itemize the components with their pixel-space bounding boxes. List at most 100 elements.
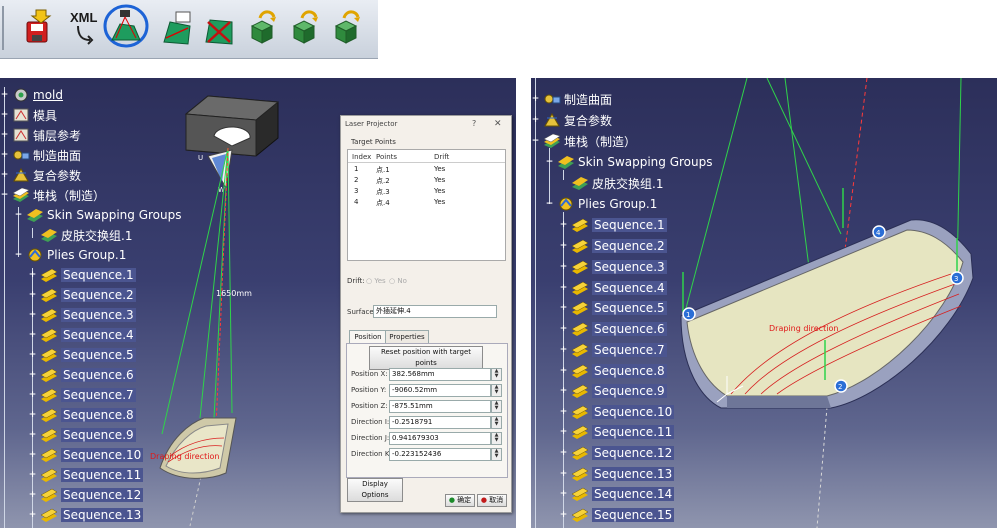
flatten-export-button[interactable] xyxy=(202,8,236,46)
expand-icon[interactable]: + xyxy=(0,90,9,100)
expand-icon[interactable]: + xyxy=(0,130,9,140)
expand-icon[interactable]: + xyxy=(28,290,37,300)
position-z-field[interactable]: -875.51mm xyxy=(389,400,491,413)
position-x-spinner[interactable]: ▲ ▼ xyxy=(491,368,502,381)
tree-node-manufacturing-surface[interactable]: + 制造曲面 xyxy=(0,146,81,164)
tree-node-sequence-7[interactable]: + Sequence.7 xyxy=(28,386,136,404)
tree-node-layup-reference[interactable]: + 铺层参考 xyxy=(0,126,81,144)
expand-icon[interactable]: + xyxy=(28,350,37,360)
tree-node-composite-parameters[interactable]: + 复合参数 xyxy=(531,111,612,129)
expand-icon[interactable]: + xyxy=(0,170,9,180)
tree-node-sequence-4[interactable]: + Sequence.4 xyxy=(28,326,136,344)
expand-icon[interactable]: + xyxy=(559,345,568,355)
expand-icon[interactable]: + xyxy=(559,510,568,520)
target-points-table[interactable]: Index Points Drift 1 点.1 Yes 2 点.2 Yes 3… xyxy=(347,149,506,261)
tree-node-sequence-14[interactable]: + Sequence.14 xyxy=(559,485,675,503)
tree-node-sequence-8[interactable]: + Sequence.8 xyxy=(28,406,136,424)
expand-icon[interactable]: + xyxy=(531,115,540,125)
cube-export-button-3[interactable] xyxy=(330,8,364,46)
direction-k-spinner[interactable]: ▲ ▼ xyxy=(491,448,502,461)
tree-node-stacking-manufacturing[interactable]: − 堆栈（制造） xyxy=(0,186,105,204)
expand-icon[interactable]: − xyxy=(545,157,554,167)
direction-j-field[interactable]: 0.941679303 xyxy=(389,432,491,445)
expand-icon[interactable]: − xyxy=(531,136,540,146)
tree-node-sequence-3[interactable]: + Sequence.3 xyxy=(559,258,667,276)
position-z-spinner[interactable]: ▲ ▼ xyxy=(491,400,502,413)
tree-node-sequence-9[interactable]: + Sequence.9 xyxy=(28,426,136,444)
expand-icon[interactable]: + xyxy=(28,430,37,440)
expand-icon[interactable]: + xyxy=(531,94,540,104)
position-y-spinner[interactable]: ▲ ▼ xyxy=(491,384,502,397)
save-export-button[interactable] xyxy=(22,8,56,46)
position-x-field[interactable]: 382.568mm xyxy=(389,368,491,381)
expand-icon[interactable]: + xyxy=(28,470,37,480)
tree-node-sequence-6[interactable]: + Sequence.6 xyxy=(28,366,136,384)
expand-icon[interactable]: + xyxy=(28,510,37,520)
expand-icon[interactable]: + xyxy=(28,390,37,400)
expand-icon[interactable]: + xyxy=(559,469,568,479)
expand-icon[interactable]: − xyxy=(14,210,23,220)
expand-icon[interactable]: + xyxy=(559,448,568,458)
tree-node-sequence-1[interactable]: + Sequence.1 xyxy=(28,266,136,284)
expand-icon[interactable]: + xyxy=(559,489,568,499)
expand-icon[interactable]: + xyxy=(559,366,568,376)
expand-icon[interactable]: − xyxy=(14,250,23,260)
tree-node-composite-parameters[interactable]: + 复合参数 xyxy=(0,166,81,184)
expand-icon[interactable]: + xyxy=(0,150,9,160)
expand-icon[interactable]: + xyxy=(559,427,568,437)
cancel-button[interactable]: ● 取消 xyxy=(477,494,507,507)
tree-node-sequence-5[interactable]: + Sequence.5 xyxy=(28,346,136,364)
tab-properties[interactable]: Properties xyxy=(385,330,429,344)
direction-i-spinner[interactable]: ▲ ▼ xyxy=(491,416,502,429)
expand-icon[interactable]: + xyxy=(28,330,37,340)
tree-node-sequence-6[interactable]: + Sequence.6 xyxy=(559,320,667,338)
expand-icon[interactable]: + xyxy=(559,241,568,251)
ok-button[interactable]: ● 确定 xyxy=(445,494,475,507)
cube-export-button-2[interactable] xyxy=(288,8,322,46)
expand-icon[interactable]: + xyxy=(28,450,37,460)
tree-node-sequence-2[interactable]: + Sequence.2 xyxy=(28,286,136,304)
tree-node-sequence-1[interactable]: + Sequence.1 xyxy=(559,216,667,234)
tree-node-stacking-manufacturing[interactable]: − 堆栈（制造） xyxy=(531,132,636,150)
tree-node-mold-tool[interactable]: + 模具 xyxy=(0,106,57,124)
tree-node-sequence-4[interactable]: + Sequence.4 xyxy=(559,279,667,297)
tree-node-sequence-13[interactable]: + Sequence.13 xyxy=(559,465,675,483)
laser-projector-button[interactable] xyxy=(103,4,149,48)
tree-node-sequence-10[interactable]: + Sequence.10 xyxy=(559,403,675,421)
expand-icon[interactable]: + xyxy=(559,407,568,417)
expand-icon[interactable]: + xyxy=(559,386,568,396)
tree-node-sequence-12[interactable]: + Sequence.12 xyxy=(28,486,144,504)
expand-icon[interactable]: + xyxy=(559,303,568,313)
ply-export-button[interactable] xyxy=(160,8,194,46)
expand-icon[interactable]: + xyxy=(28,310,37,320)
tree-node-sequence-11[interactable]: + Sequence.11 xyxy=(28,466,144,484)
tree-node-plies-group-1[interactable]: − Plies Group.1 xyxy=(545,195,658,213)
position-y-field[interactable]: -9060.52mm xyxy=(389,384,491,397)
tree-node-sequence-8[interactable]: + Sequence.8 xyxy=(559,362,667,380)
tree-node-sequence-12[interactable]: + Sequence.12 xyxy=(559,444,675,462)
direction-k-field[interactable]: -0.223152436 xyxy=(389,448,491,461)
toolbar-grip[interactable] xyxy=(2,6,8,50)
expand-icon[interactable]: + xyxy=(559,324,568,334)
tree-node-sequence-2[interactable]: + Sequence.2 xyxy=(559,237,667,255)
tree-node-sequence-9[interactable]: + Sequence.9 xyxy=(559,382,667,400)
tree-node-sequence-3[interactable]: + Sequence.3 xyxy=(28,306,136,324)
drift-yes-radio[interactable]: ○ Yes xyxy=(366,277,386,285)
tree-node-sequence-10[interactable]: + Sequence.10 xyxy=(28,446,144,464)
tree-node-skin-swap-group-1[interactable]: 皮肤交换组.1 xyxy=(28,226,132,244)
tree-node-sequence-15[interactable]: + Sequence.15 xyxy=(559,506,675,524)
expand-icon[interactable]: + xyxy=(0,110,9,120)
expand-icon[interactable]: + xyxy=(28,370,37,380)
direction-i-field[interactable]: -0.2518791 xyxy=(389,416,491,429)
xml-export-button[interactable]: XML xyxy=(68,8,102,46)
tree-node-manufacturing-surface[interactable]: + 制造曲面 xyxy=(531,90,612,108)
expand-icon[interactable]: + xyxy=(559,220,568,230)
tree-node-sequence-7[interactable]: + Sequence.7 xyxy=(559,341,667,359)
cube-export-button-1[interactable] xyxy=(246,8,280,46)
expand-icon[interactable]: + xyxy=(28,490,37,500)
reset-position-button[interactable]: Reset position with target points xyxy=(369,346,483,370)
tree-node-sequence-5[interactable]: + Sequence.5 xyxy=(559,299,667,317)
tree-node-plies-group-1[interactable]: − Plies Group.1 xyxy=(14,246,127,264)
expand-icon[interactable]: + xyxy=(559,262,568,272)
expand-icon[interactable]: − xyxy=(545,199,554,209)
